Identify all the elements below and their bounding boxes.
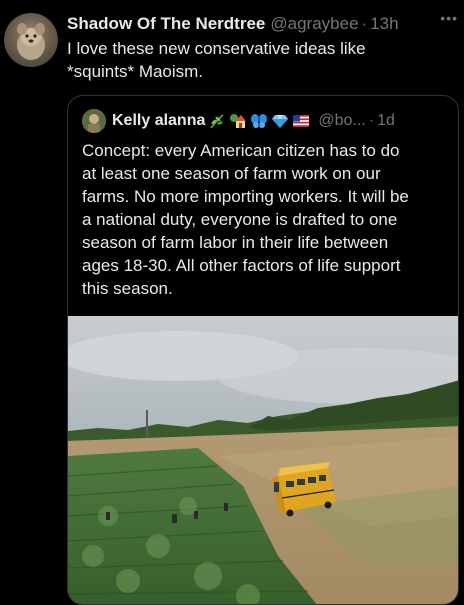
tweet-text-line: I love these new conservative ideas like: [67, 39, 366, 58]
more-horizontal-icon[interactable]: •••: [440, 10, 458, 26]
us-flag-icon: [293, 115, 310, 127]
separator: ·: [361, 14, 368, 33]
tweet-text-line: *squints* Maoism.: [67, 62, 204, 81]
tweet[interactable]: Shadow Of The Nerdtree @agraybee · 13h •…: [0, 0, 464, 605]
quoted-text-line: a national duty, everyone is drafted to …: [82, 210, 398, 229]
separator: ·: [368, 112, 375, 129]
quoted-avatar[interactable]: [82, 109, 106, 133]
quoted-handle[interactable]: @bo...: [318, 112, 365, 130]
quoted-text-line: at least one season of farm work on our: [82, 164, 381, 183]
farm-field-photo[interactable]: [68, 316, 458, 604]
quoted-tweet[interactable]: Kelly alanna @bo... · 1d Concept: every …: [67, 95, 459, 605]
herb-icon: [210, 114, 224, 129]
house-with-garden-icon: [230, 114, 247, 128]
tweet-header: Shadow Of The Nerdtree @agraybee · 13h: [67, 12, 464, 36]
butterfly-icon: [251, 114, 268, 128]
author-name[interactable]: Shadow Of The Nerdtree: [67, 14, 265, 34]
quoted-timestamp[interactable]: 1d: [377, 112, 395, 130]
author-avatar[interactable]: [4, 13, 58, 67]
quoted-text-line: this season.: [82, 279, 173, 298]
quoted-text-line: season of farm labor in their life betwe…: [82, 233, 389, 252]
quoted-author-name[interactable]: Kelly alanna: [112, 112, 205, 130]
gem-icon: [272, 115, 289, 128]
tweet-text: I love these new conservative ideas like…: [67, 37, 447, 83]
timestamp[interactable]: 13h: [370, 14, 398, 34]
quoted-text-line: ages 18-30. All other factors of life su…: [82, 256, 401, 275]
name-emojis: [208, 112, 310, 130]
quoted-text-line: Concept: every American citizen has to d…: [82, 141, 400, 160]
author-handle[interactable]: @agraybee: [270, 14, 358, 34]
quoted-header: Kelly alanna @bo... · 1d: [82, 108, 448, 134]
quoted-text: Concept: every American citizen has to d…: [82, 139, 448, 300]
quoted-text-line: farms. No more importing workers. It wil…: [82, 187, 409, 206]
